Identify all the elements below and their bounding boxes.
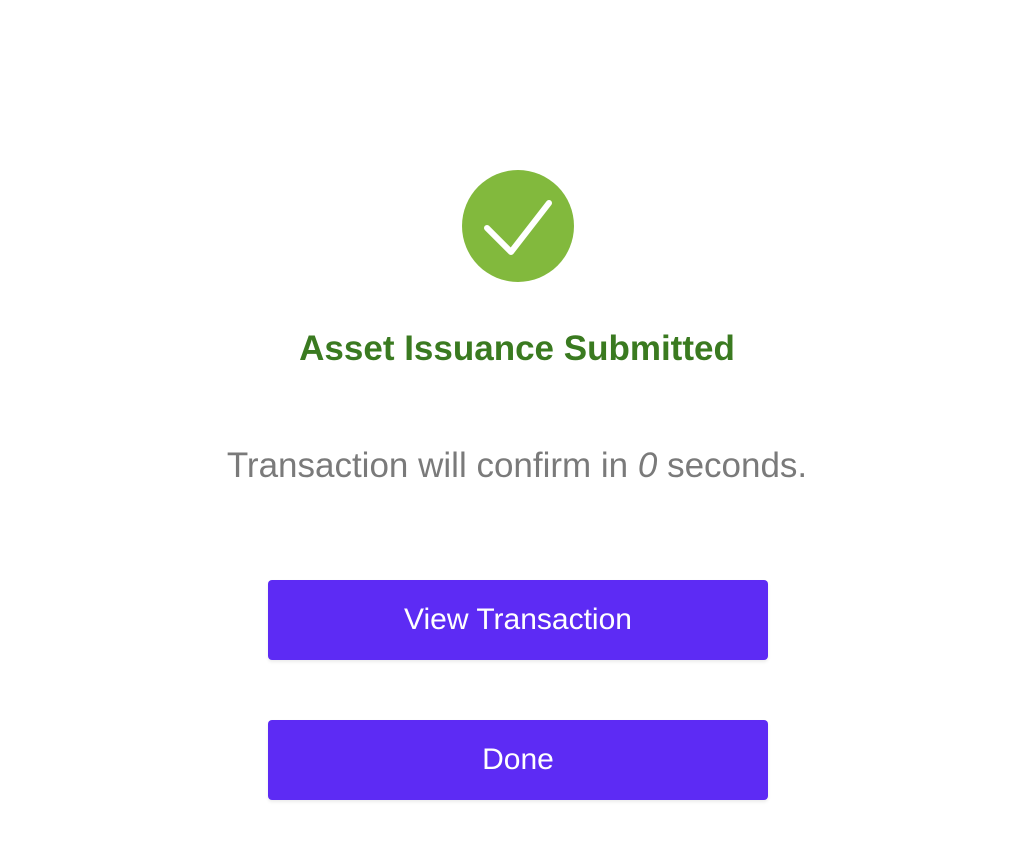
confirmation-seconds: 0 [637, 446, 658, 485]
status-title: Asset Issuance Submitted [299, 329, 735, 368]
confirmation-suffix: seconds. [657, 446, 808, 485]
done-button[interactable]: Done [268, 720, 768, 800]
confirmation-message: Transaction will confirm in 0 seconds. [0, 444, 1034, 488]
checkmark-circle-icon [462, 170, 574, 282]
view-transaction-button[interactable]: View Transaction [268, 580, 768, 660]
checkmark-icon [484, 200, 552, 255]
confirmation-prefix: Transaction will confirm in [226, 446, 638, 485]
success-dialog: Asset Issuance Submitted Transaction wil… [0, 0, 1034, 862]
